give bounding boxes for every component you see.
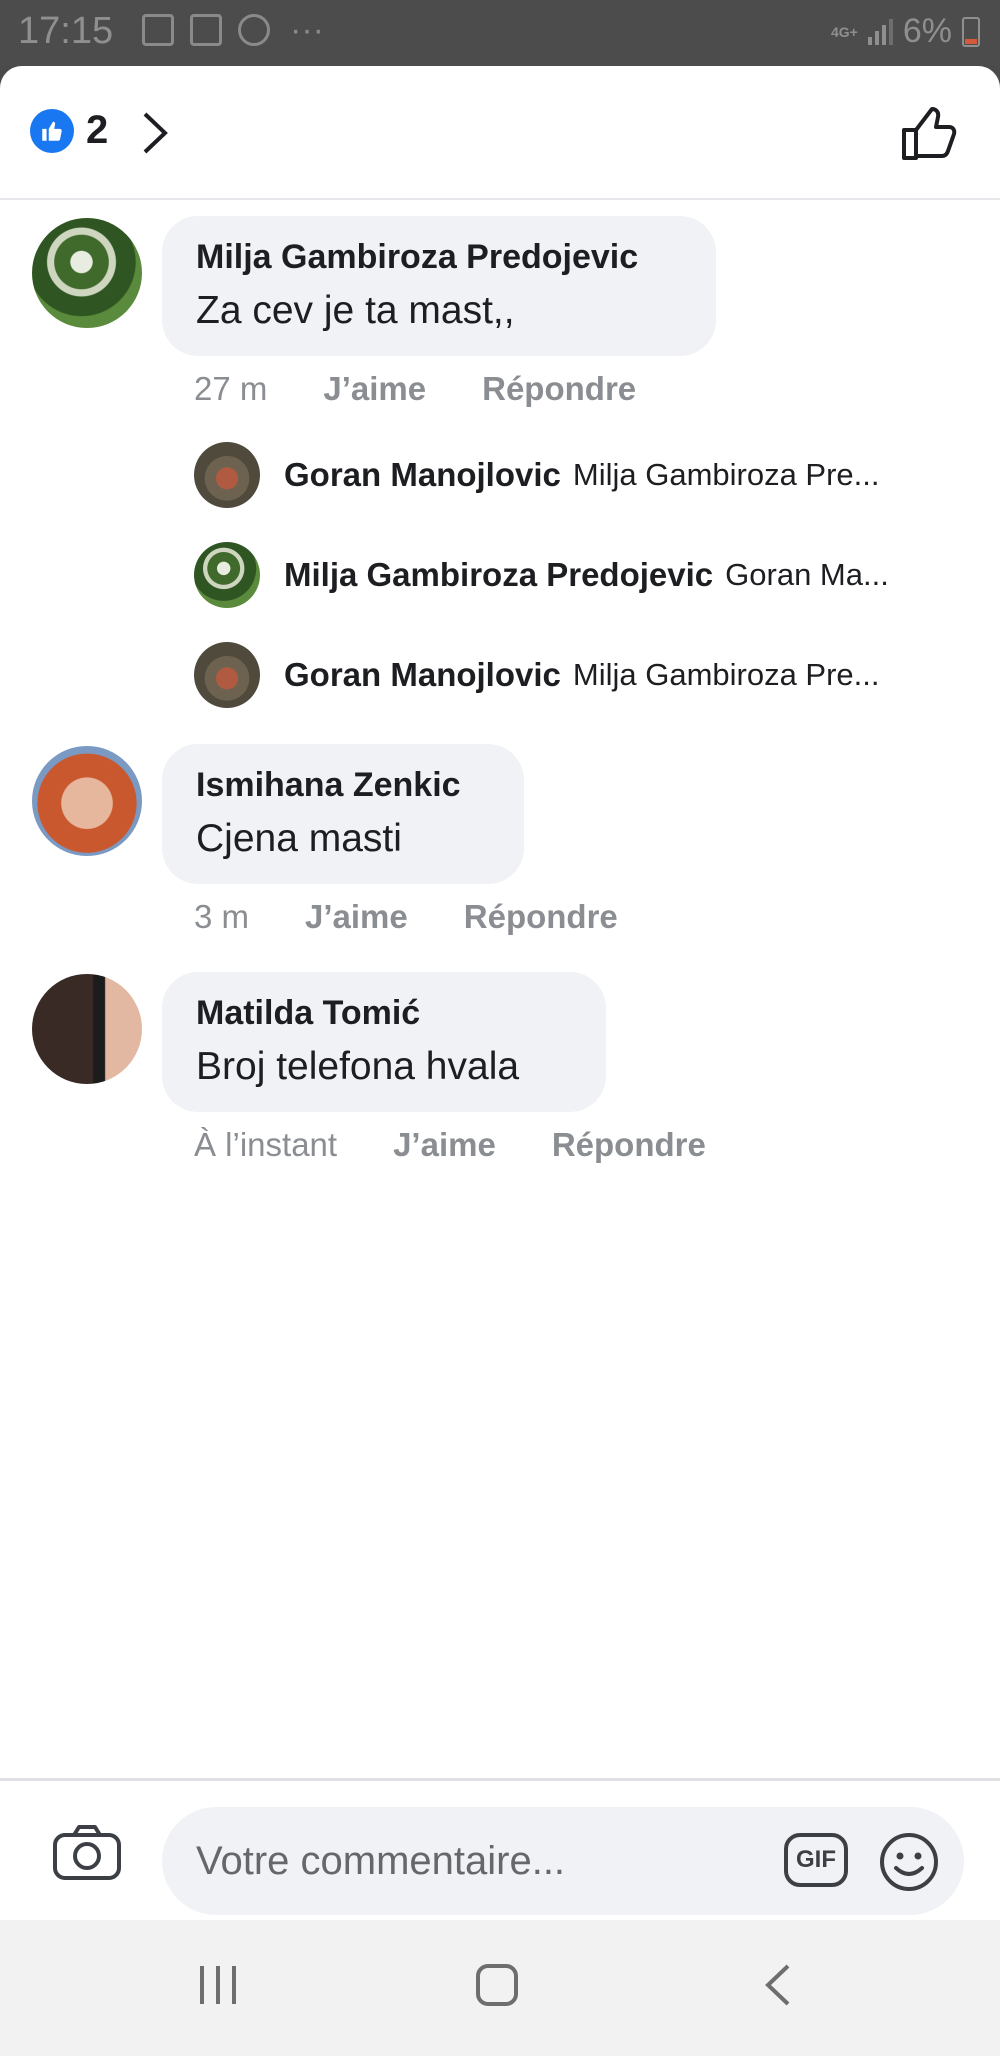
gif-button[interactable]: GIF (784, 1833, 848, 1887)
comment-text: Cjena masti (196, 817, 402, 860)
reply-link[interactable]: Répondre (464, 898, 618, 936)
reply-author[interactable]: Goran Manojlovic (284, 456, 561, 494)
avatar[interactable] (32, 974, 142, 1084)
reply-preview: Goran Ma... (725, 557, 889, 592)
avatar[interactable] (32, 218, 142, 328)
comment-actions: À l’instant J’aime Répondre (194, 1126, 706, 1164)
sync-icon (238, 14, 270, 46)
comment-bubble[interactable]: Milja Gambiroza Predojevic Za cev je ta … (162, 216, 716, 356)
emoji-icon[interactable] (878, 1831, 940, 1893)
like-reaction-icon[interactable] (30, 109, 74, 153)
status-bar: 17:15 ··· 4G+ 6% (0, 0, 1000, 66)
reply-preview: Milja Gambiroza Pre... (572, 457, 880, 492)
comment-bubble[interactable]: Ismihana Zenkic Cjena masti (162, 744, 524, 884)
back-icon[interactable] (762, 1962, 794, 2008)
comment-text: Broj telefona hvala (196, 1045, 520, 1088)
comment-author[interactable]: Milja Gambiroza Predojevic (196, 238, 682, 277)
reply-item[interactable]: Goran Manojlovic Milja Gambiroza Pre... (194, 442, 880, 508)
reply-author[interactable]: Milja Gambiroza Predojevic (284, 556, 713, 594)
status-time: 17:15 (18, 10, 114, 52)
reply-author[interactable]: Goran Manojlovic (284, 656, 561, 694)
signal-icon (867, 18, 893, 45)
like-button-icon[interactable] (900, 106, 960, 162)
like-link[interactable]: J’aime (393, 1126, 496, 1164)
chevron-right-icon[interactable] (140, 110, 170, 156)
comments-sheet: 2 Milja Gambiroza Predojevic Za cev je t… (0, 66, 1000, 1920)
avatar[interactable] (32, 746, 142, 856)
reply-item[interactable]: Milja Gambiroza Predojevic Goran Ma... (194, 542, 889, 608)
comment-composer: Votre commentaire... GIF (0, 1778, 1000, 1920)
comment-text: Za cev je ta mast,, (196, 289, 515, 332)
gallery-icon (142, 14, 174, 46)
comment-author[interactable]: Ismihana Zenkic (196, 766, 490, 805)
reply-link[interactable]: Répondre (482, 370, 636, 408)
more-notifications-icon: ··· (290, 11, 324, 49)
network-type: 4G+ (831, 23, 858, 40)
facebook-icon (190, 14, 222, 46)
avatar[interactable] (194, 642, 260, 708)
comment-actions: 3 m J’aime Répondre (194, 898, 618, 936)
comment-author[interactable]: Matilda Tomić (196, 994, 572, 1033)
reaction-count[interactable]: 2 (86, 108, 108, 153)
reply-preview: Milja Gambiroza Pre... (572, 657, 880, 692)
camera-icon[interactable] (52, 1823, 122, 1881)
like-link[interactable]: J’aime (305, 898, 408, 936)
reply-link[interactable]: Répondre (552, 1126, 706, 1164)
notification-icons: ··· (142, 11, 324, 49)
recent-apps-icon[interactable] (196, 1962, 240, 2008)
comment-bubble[interactable]: Matilda Tomić Broj telefona hvala (162, 972, 606, 1112)
battery-percent: 6% (902, 12, 952, 50)
comment-time[interactable]: 3 m (194, 898, 249, 936)
comment-time[interactable]: À l’instant (194, 1126, 337, 1164)
comment-actions: 27 m J’aime Répondre (194, 370, 636, 408)
comments-header: 2 (0, 66, 1000, 200)
avatar[interactable] (194, 442, 260, 508)
comment-time[interactable]: 27 m (194, 370, 267, 408)
system-nav-bar (0, 1920, 1000, 2056)
like-link[interactable]: J’aime (323, 370, 426, 408)
battery-icon (962, 16, 980, 47)
reply-item[interactable]: Goran Manojlovic Milja Gambiroza Pre... (194, 642, 880, 708)
avatar[interactable] (194, 542, 260, 608)
home-icon[interactable] (474, 1962, 520, 2008)
